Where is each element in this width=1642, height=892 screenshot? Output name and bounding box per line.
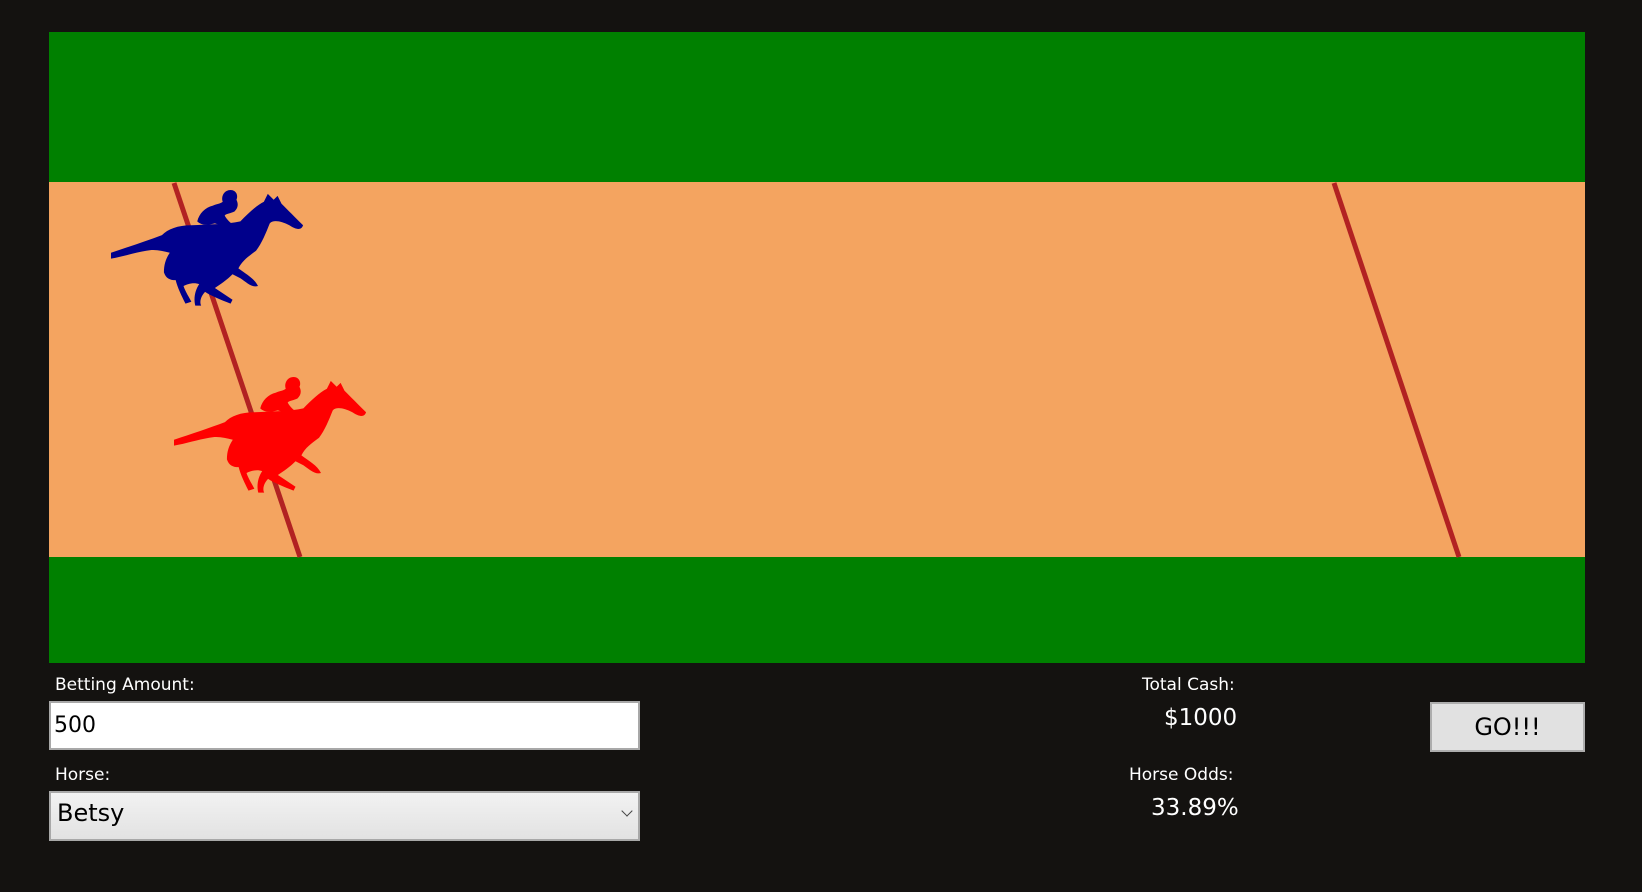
race-track-canvas <box>49 32 1585 663</box>
go-button[interactable]: GO!!! <box>1430 702 1585 752</box>
horse-select[interactable]: Betsy <box>49 791 640 841</box>
grass-top <box>49 32 1585 182</box>
total-cash-label: Total Cash: <box>1142 675 1235 695</box>
chevron-down-icon <box>621 805 633 817</box>
horse-odds-value: 33.89% <box>1151 795 1239 821</box>
total-cash-value: $1000 <box>1164 705 1238 731</box>
betting-amount-label: Betting Amount: <box>55 675 195 695</box>
grass-bottom <box>49 557 1585 663</box>
betting-amount-input[interactable] <box>49 701 640 750</box>
race-track <box>49 32 1585 663</box>
horse-race-window: Betting Amount: Horse: Betsy Total Cash:… <box>0 0 1642 892</box>
horse-odds-label: Horse Odds: <box>1129 765 1234 785</box>
horse-select-value: Betsy <box>57 799 125 827</box>
horse-label: Horse: <box>55 765 111 785</box>
